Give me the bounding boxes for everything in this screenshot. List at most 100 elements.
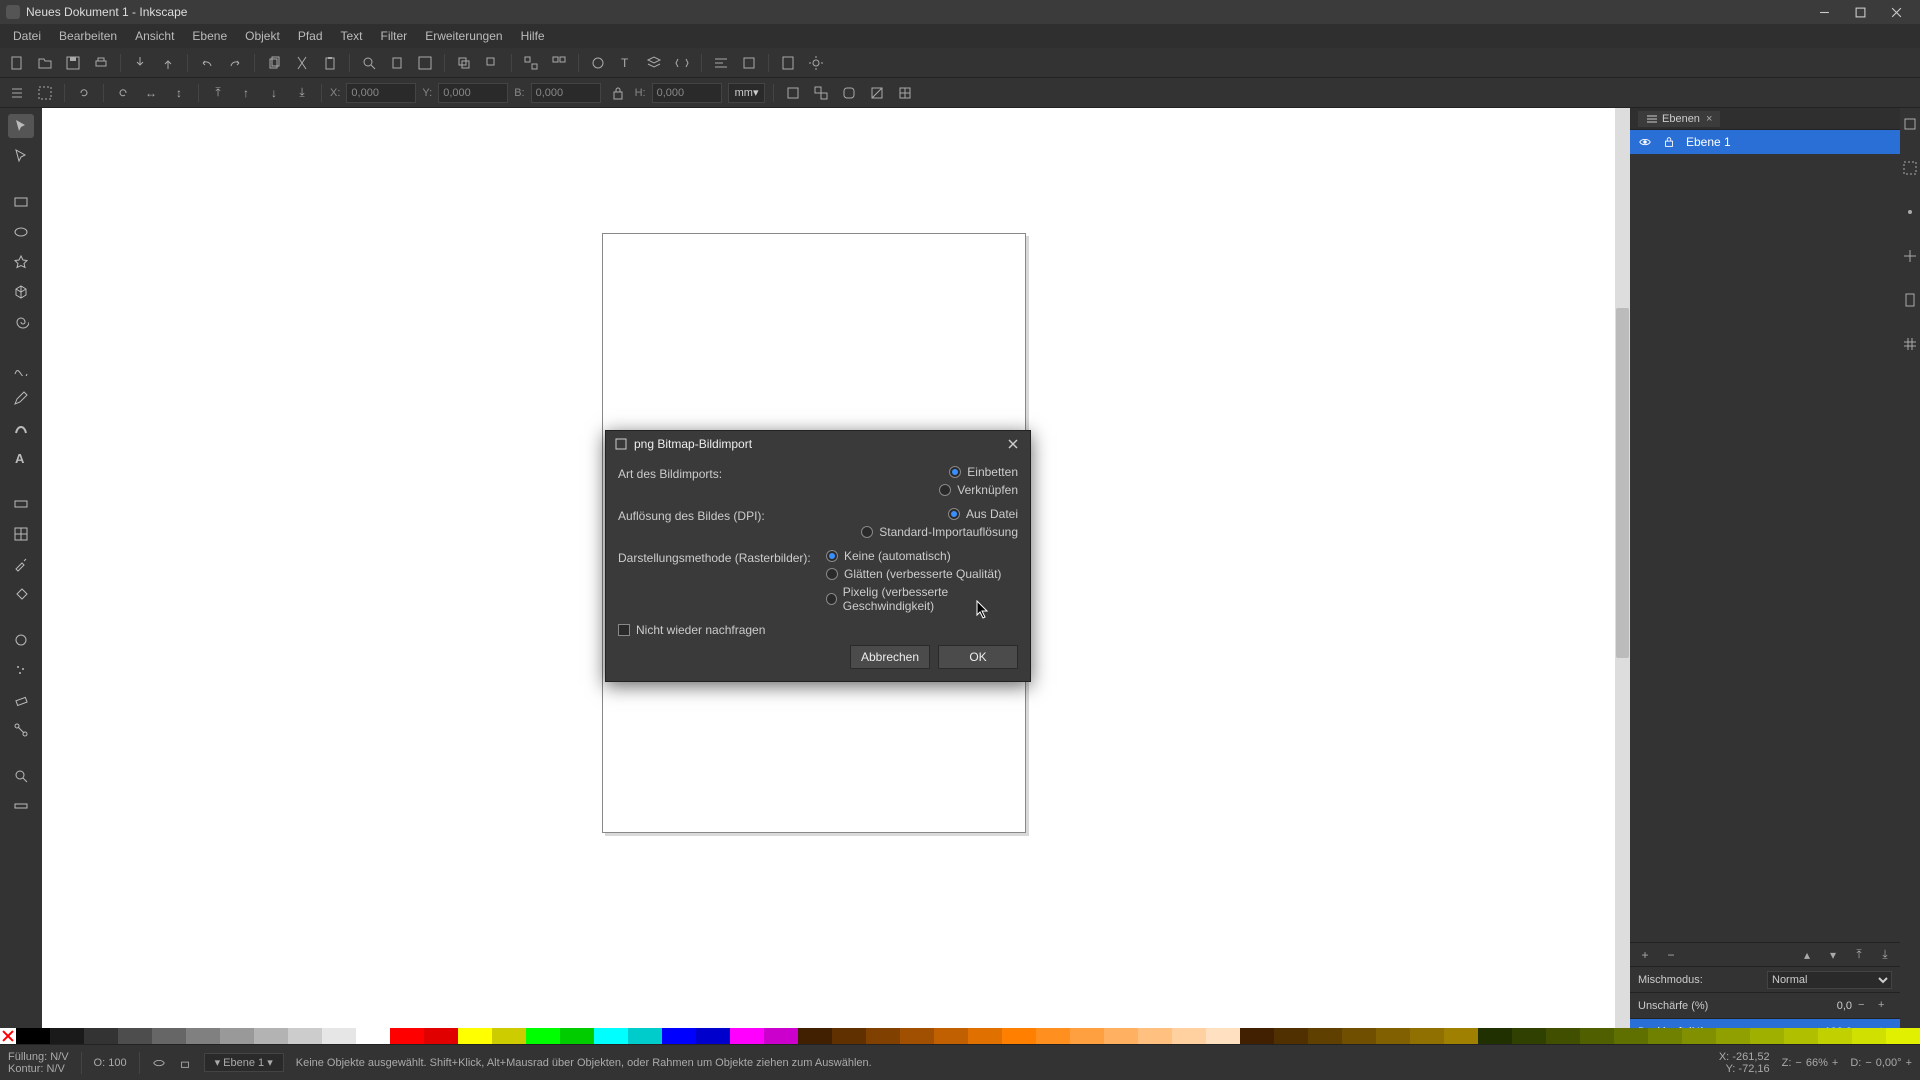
ellipse-tool[interactable] [8,220,34,244]
rotation-control[interactable]: D: − 0,00° + [1850,1057,1912,1069]
color-swatch[interactable] [424,1028,458,1044]
color-palette[interactable] [0,1028,1920,1044]
no-fill-swatch[interactable] [0,1028,16,1044]
lower-layer-icon[interactable]: ▾ [1824,946,1842,964]
layers-tab[interactable]: Ebenen× [1638,111,1720,127]
dialog-close-button[interactable] [1004,435,1022,453]
snap-grid-icon[interactable] [1902,336,1918,352]
color-swatch[interactable] [492,1028,526,1044]
color-swatch[interactable] [1410,1028,1444,1044]
color-swatch[interactable] [1002,1028,1036,1044]
blend-mode-select[interactable]: Normal [1767,971,1892,989]
text-props-icon[interactable]: T [615,52,637,74]
color-swatch[interactable] [1716,1028,1750,1044]
color-swatch[interactable] [1070,1028,1104,1044]
w-input[interactable] [531,83,601,103]
top-layer-icon[interactable]: ⤒ [1850,946,1868,964]
color-swatch[interactable] [186,1028,220,1044]
transform-icon[interactable] [738,52,760,74]
flip-h-icon[interactable]: ↔ [140,82,162,104]
color-swatch[interactable] [1614,1028,1648,1044]
color-swatch[interactable] [1580,1028,1614,1044]
copy-icon[interactable] [263,52,285,74]
color-swatch[interactable] [1274,1028,1308,1044]
color-swatch[interactable] [390,1028,424,1044]
eraser-tool[interactable] [8,688,34,712]
color-swatch[interactable] [220,1028,254,1044]
vertical-scrollbar[interactable] [1615,108,1630,1044]
layer-lock-icon[interactable] [178,1056,192,1070]
color-swatch[interactable] [934,1028,968,1044]
y-input[interactable] [438,83,508,103]
align-icon[interactable] [710,52,732,74]
color-swatch[interactable] [594,1028,628,1044]
select-all-layers-icon[interactable] [6,82,28,104]
menu-file[interactable]: Datei [4,26,50,46]
color-swatch[interactable] [1886,1028,1920,1044]
color-swatch[interactable] [1444,1028,1478,1044]
menu-filter[interactable]: Filter [372,26,417,46]
color-swatch[interactable] [16,1028,50,1044]
color-swatch[interactable] [764,1028,798,1044]
spiral-tool[interactable] [8,310,34,334]
raise-icon[interactable]: ↑ [235,82,257,104]
lower-icon[interactable]: ↓ [263,82,285,104]
unlink-clone-icon[interactable] [481,52,503,74]
color-swatch[interactable] [730,1028,764,1044]
rotate-cw-icon[interactable] [112,82,134,104]
redo-icon[interactable] [224,52,246,74]
render-none-radio[interactable]: Keine (automatisch) [826,549,951,563]
ungroup-icon[interactable] [548,52,570,74]
layer-visible-icon[interactable] [152,1056,166,1070]
color-swatch[interactable] [1478,1028,1512,1044]
pencil-tool[interactable] [8,386,34,410]
snap-enable-icon[interactable] [1902,116,1918,132]
import-icon[interactable] [129,52,151,74]
zoom-page-icon[interactable] [386,52,408,74]
snap-page-icon[interactable] [1902,292,1918,308]
lower-bottom-icon[interactable]: ⤓ [291,82,313,104]
snap-others-icon[interactable] [1902,248,1918,264]
affect-gradient-icon[interactable] [866,82,888,104]
remove-layer-icon[interactable]: − [1662,946,1680,964]
color-swatch[interactable] [1240,1028,1274,1044]
color-swatch[interactable] [322,1028,356,1044]
color-swatch[interactable] [1104,1028,1138,1044]
lock-aspect-icon[interactable] [607,82,629,104]
x-input[interactable] [346,83,416,103]
blur-dec-icon[interactable]: − [1858,999,1872,1013]
maximize-button[interactable] [1842,0,1878,24]
color-swatch[interactable] [118,1028,152,1044]
embed-radio[interactable]: Einbetten [949,465,1018,479]
dpi-file-radio[interactable]: Aus Datei [948,507,1018,521]
box3d-tool[interactable] [8,280,34,304]
menu-object[interactable]: Objekt [236,26,289,46]
prefs-icon[interactable] [805,52,827,74]
bezier-tool[interactable] [8,356,34,380]
color-swatch[interactable] [152,1028,186,1044]
color-swatch[interactable] [1682,1028,1716,1044]
dpi-default-radio[interactable]: Standard-Importauflösung [861,525,1018,539]
color-swatch[interactable] [1036,1028,1070,1044]
zoom-drawing-icon[interactable] [414,52,436,74]
color-swatch[interactable] [560,1028,594,1044]
link-radio[interactable]: Verknüpfen [939,483,1018,497]
gradient-tool[interactable] [8,492,34,516]
color-swatch[interactable] [1138,1028,1172,1044]
paste-icon[interactable] [319,52,341,74]
color-swatch[interactable] [1750,1028,1784,1044]
eye-icon[interactable] [1638,135,1652,149]
node-tool[interactable] [8,144,34,168]
color-swatch[interactable] [288,1028,322,1044]
unit-select[interactable]: mm ▾ [728,83,766,103]
fill-stroke-indicator[interactable]: Füllung: N/V Kontur: N/V [8,1051,69,1075]
blur-inc-icon[interactable]: + [1878,999,1892,1013]
add-layer-icon[interactable]: + [1636,946,1654,964]
menu-path[interactable]: Pfad [289,26,332,46]
color-swatch[interactable] [1648,1028,1682,1044]
color-swatch[interactable] [662,1028,696,1044]
color-swatch[interactable] [254,1028,288,1044]
rect-tool[interactable] [8,190,34,214]
color-swatch[interactable] [1376,1028,1410,1044]
color-swatch[interactable] [832,1028,866,1044]
